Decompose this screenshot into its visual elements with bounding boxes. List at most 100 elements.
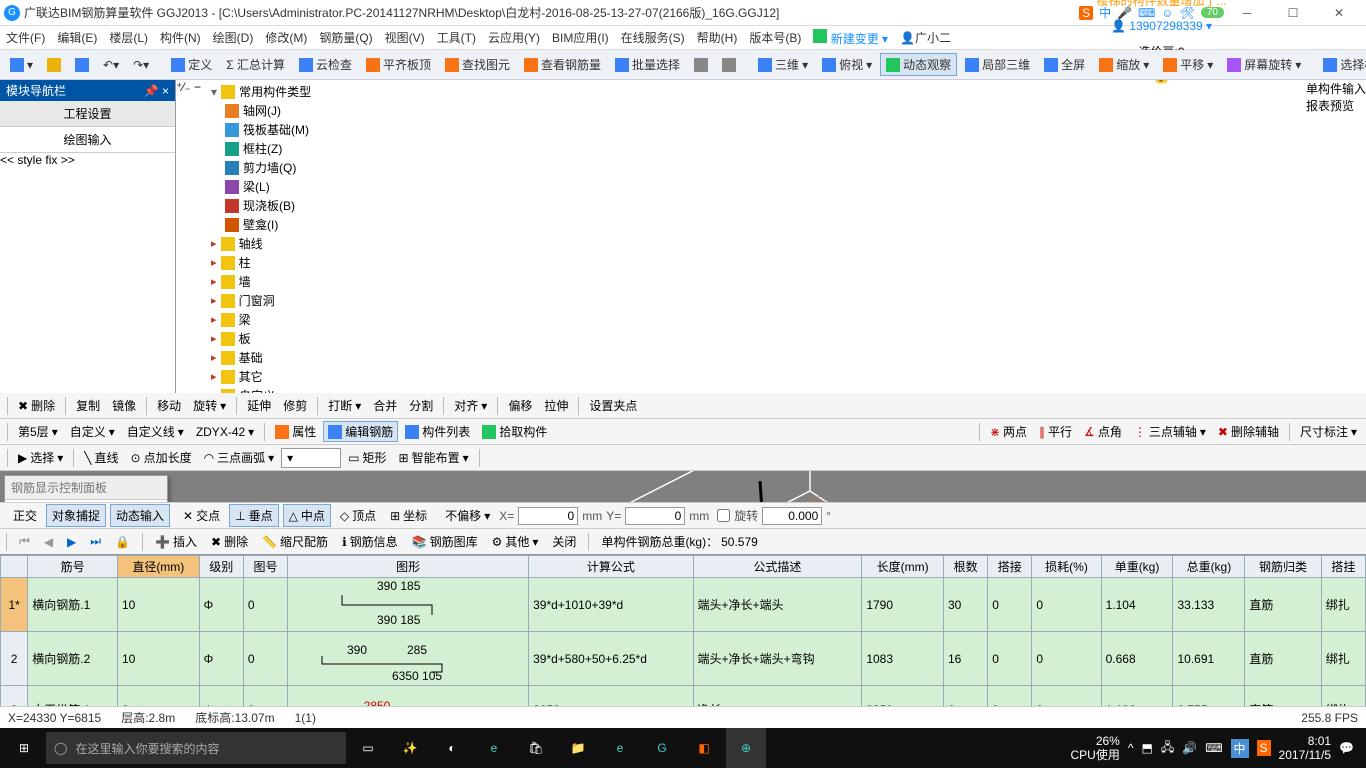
- setclip-button[interactable]: 设置夹点: [584, 395, 642, 416]
- viewport-3d[interactable]: x y z 钢筋显示控制面板 水平纵筋 横向钢筋 显示其它图元 显示详细公式: [0, 471, 1366, 502]
- cross-toggle[interactable]: ✕ 交点: [178, 505, 225, 526]
- nav-prev[interactable]: ◀: [40, 533, 57, 551]
- rot-input[interactable]: [762, 507, 822, 525]
- rebar-lib-button[interactable]: 📚 钢筋图库: [408, 531, 482, 552]
- delete-row-button[interactable]: ✖ 删除: [207, 531, 252, 552]
- warning-text[interactable]: 楼梯的构件数量增加了...: [1097, 0, 1227, 9]
- user-phone[interactable]: 👤 13907298339 ▾: [1111, 19, 1212, 33]
- twopt-button[interactable]: ⋇ 两点: [985, 421, 1032, 442]
- menu-help[interactable]: 帮助(H): [697, 29, 738, 46]
- task-explorer[interactable]: 📁: [558, 728, 598, 768]
- menu-version[interactable]: 版本号(B): [749, 29, 801, 46]
- taskbar-clock[interactable]: 8:012017/11/5: [1279, 734, 1332, 762]
- menu-rebar[interactable]: 钢筋量(Q): [319, 29, 372, 46]
- menu-modify[interactable]: 修改(M): [265, 29, 307, 46]
- align-button[interactable]: 对齐▾: [449, 395, 492, 416]
- code-dropdown[interactable]: ZDYX-42 ▾: [191, 423, 259, 441]
- task-ie[interactable]: e: [600, 728, 640, 768]
- tab-report-preview[interactable]: 报表预览: [1306, 97, 1366, 114]
- view-rebar-button[interactable]: 查看钢筋量: [518, 53, 607, 76]
- customline-dropdown[interactable]: 自定义线 ▾: [122, 421, 189, 442]
- tab-single-input[interactable]: 单构件输入: [1306, 80, 1366, 97]
- menu-view[interactable]: 视图(V): [385, 29, 425, 46]
- select-tool[interactable]: ▶ 选择 ▾: [13, 447, 68, 468]
- pick-comp-button[interactable]: 拾取构件: [477, 421, 552, 442]
- tab-draw-input[interactable]: 绘图输入: [0, 127, 175, 153]
- other-button[interactable]: ⚙ 其他▾: [488, 531, 543, 552]
- copy-button[interactable]: 复制: [71, 395, 105, 416]
- task-ggj[interactable]: ⊕: [726, 728, 766, 768]
- nav-next[interactable]: ▶: [63, 533, 80, 551]
- menu-file[interactable]: 文件(F): [6, 29, 45, 46]
- tray-ime-zh[interactable]: 中: [1231, 739, 1249, 758]
- pan-button[interactable]: 平移▾: [1157, 53, 1219, 76]
- find-view-button[interactable]: 查找图元: [439, 53, 516, 76]
- collapse-icon[interactable]: −: [194, 80, 201, 94]
- screen-rotate-button[interactable]: 屏幕旋转▾: [1221, 53, 1307, 76]
- tb-extra2[interactable]: [716, 55, 742, 75]
- task-app1[interactable]: ✨: [390, 728, 430, 768]
- close-panel-icon[interactable]: ×: [162, 84, 169, 98]
- nav-first[interactable]: ⏮: [15, 532, 34, 551]
- menu-bim[interactable]: BIM应用(I): [552, 29, 609, 46]
- close-grid-button[interactable]: 关闭: [548, 531, 580, 552]
- task-edge[interactable]: e: [474, 728, 514, 768]
- dim-button[interactable]: 尺寸标注▾: [1295, 421, 1362, 442]
- batch-select-button[interactable]: 批量选择: [609, 53, 686, 76]
- flat-roof-button[interactable]: 平齐板顶: [360, 53, 437, 76]
- custom-dropdown[interactable]: 自定义 ▾: [65, 421, 120, 442]
- mid-toggle[interactable]: △ 中点: [283, 504, 331, 527]
- start-button[interactable]: ⊞: [4, 728, 44, 768]
- parallel-button[interactable]: ∥ 平行: [1034, 421, 1077, 442]
- cloud-check-button[interactable]: 云检查: [293, 53, 358, 76]
- comp-list-button[interactable]: 构件列表: [400, 421, 475, 442]
- undo-button[interactable]: ↶▾: [97, 55, 125, 75]
- delaux-button[interactable]: ✖ 删除辅轴: [1213, 421, 1284, 442]
- menu-cloud[interactable]: 云应用(Y): [488, 29, 540, 46]
- tray-volume-icon[interactable]: 🔊: [1182, 741, 1197, 755]
- stretch-button[interactable]: 拉伸: [539, 395, 573, 416]
- rebar-table[interactable]: 筋号 直径(mm) 级别 图号 图形 计算公式 公式描述 长度(mm) 根数 搭…: [0, 554, 1366, 706]
- zoom-button[interactable]: 缩放▾: [1093, 53, 1155, 76]
- new-change-button[interactable]: 新建变更 ▾: [813, 29, 888, 47]
- scale-rebar-button[interactable]: 📏 缩尺配筋: [258, 531, 332, 552]
- tray-notifications-icon[interactable]: 💬: [1339, 741, 1354, 755]
- task-app4[interactable]: ◧: [684, 728, 724, 768]
- tray-network-icon[interactable]: 🖧: [1161, 738, 1174, 759]
- arc3-tool[interactable]: ◠ 三点画弧 ▾: [199, 447, 280, 468]
- coord-toggle[interactable]: ⊞ 坐标: [385, 505, 432, 526]
- tray-up-icon[interactable]: ^: [1128, 741, 1134, 755]
- tb-extra1[interactable]: [688, 55, 714, 75]
- new-button[interactable]: ▾: [4, 55, 39, 75]
- y-input[interactable]: [625, 507, 685, 525]
- tray-ime-icon[interactable]: ⌨: [1205, 741, 1222, 755]
- top-view-button[interactable]: 俯视▾: [816, 53, 878, 76]
- insert-row-button[interactable]: ➕ 插入: [151, 531, 201, 552]
- pin-icon[interactable]: 📌: [144, 84, 159, 98]
- split-button[interactable]: 分割: [404, 395, 438, 416]
- extend-button[interactable]: 延伸: [242, 395, 276, 416]
- taskbar-search[interactable]: ◯ 在这里输入你要搜索的内容: [46, 732, 346, 764]
- menu-floor[interactable]: 楼层(L): [109, 29, 148, 46]
- offset-button[interactable]: 偏移: [503, 395, 537, 416]
- define-button[interactable]: 定义: [165, 53, 218, 76]
- menu-component[interactable]: 构件(N): [160, 29, 201, 46]
- select-floor-button[interactable]: 选择楼层: [1317, 53, 1366, 76]
- draw-input[interactable]: ▾: [281, 448, 341, 468]
- nav-lock[interactable]: 🔒: [111, 533, 134, 551]
- perp-toggle[interactable]: ⊥ 垂点: [229, 504, 278, 527]
- break-button[interactable]: 打断▾: [323, 395, 366, 416]
- merge-button[interactable]: 合并: [368, 395, 402, 416]
- mirror-button[interactable]: 镜像: [107, 395, 141, 416]
- dynamic-view-button[interactable]: 动态观察: [880, 53, 957, 76]
- tab-project-setting[interactable]: 工程设置: [0, 101, 175, 127]
- task-app3[interactable]: G: [642, 728, 682, 768]
- open-button[interactable]: [41, 55, 67, 75]
- osnap-toggle[interactable]: 对象捕捉: [46, 504, 106, 527]
- component-tree[interactable]: ▾常用构件类型 轴网(J) 筏板基础(M) 框柱(Z) 剪力墙(Q) 梁(L) …: [201, 80, 1306, 393]
- rot-check[interactable]: [717, 509, 730, 522]
- menu-edit[interactable]: 编辑(E): [57, 29, 97, 46]
- menu-tool[interactable]: 工具(T): [437, 29, 476, 46]
- rebar-display-panel[interactable]: 钢筋显示控制面板 水平纵筋 横向钢筋 显示其它图元 显示详细公式: [4, 475, 168, 502]
- menu-draw[interactable]: 绘图(D): [213, 29, 254, 46]
